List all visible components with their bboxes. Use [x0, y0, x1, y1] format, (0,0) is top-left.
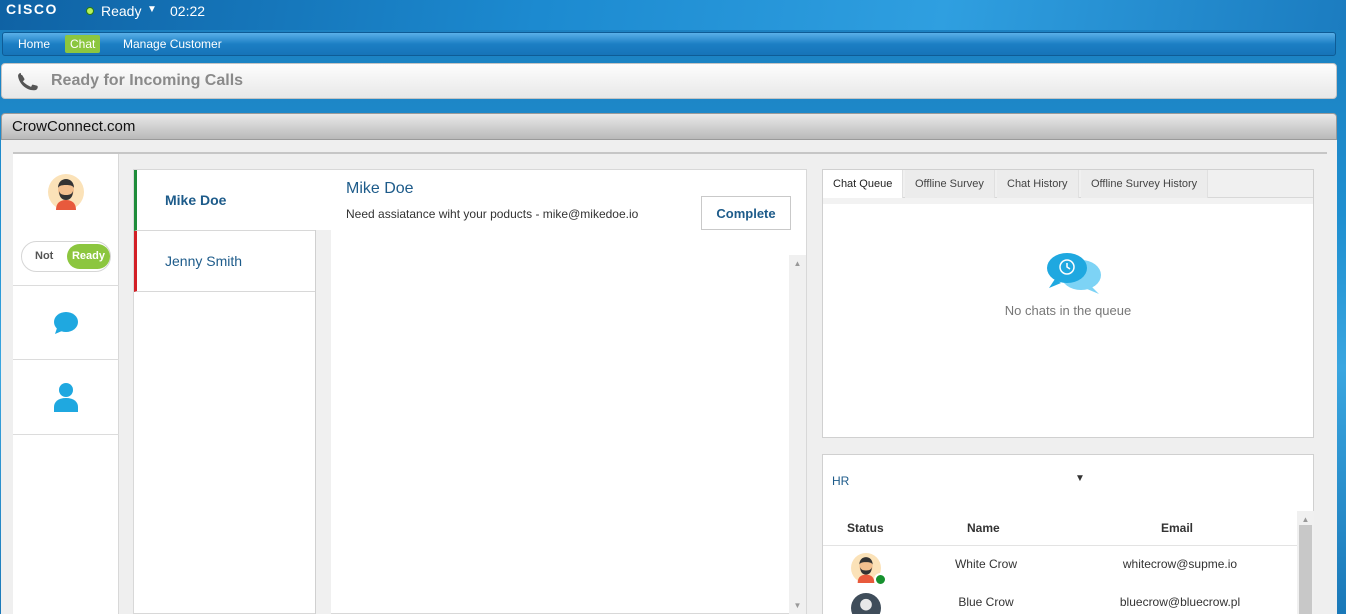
- divider: [13, 285, 119, 286]
- toggle-not-label[interactable]: Not: [35, 250, 53, 262]
- divider: [823, 198, 1313, 204]
- table-row[interactable]: White Crow whitecrow@supme.io: [823, 547, 1297, 591]
- side-rail: Not Ready: [13, 154, 119, 614]
- column-header-name: Name: [967, 521, 1000, 535]
- conversation-item-jenny-smith[interactable]: Jenny Smith: [134, 231, 315, 292]
- main-nav: Home Chat Manage Customer: [2, 32, 1336, 56]
- queue-empty-message: No chats in the queue: [1004, 303, 1132, 318]
- divider: [13, 359, 119, 360]
- contact-email: bluecrow@bluecrow.pl: [1119, 595, 1241, 609]
- chat-customer-name: Mike Doe: [346, 180, 414, 197]
- online-status-icon: [874, 573, 887, 586]
- conversation-list: Mike Doe Jenny Smith: [133, 169, 333, 614]
- avatar: [851, 593, 881, 614]
- tab-chat-queue[interactable]: Chat Queue: [823, 170, 904, 198]
- chat-area: Mike Doe Need assiatance wiht your poduc…: [331, 169, 807, 614]
- tab-offline-survey-history[interactable]: Offline Survey History: [1081, 170, 1209, 198]
- conversation-name: Jenny Smith: [165, 253, 243, 269]
- conversation-scrollbar[interactable]: [315, 230, 332, 614]
- agent-avatar-icon[interactable]: [48, 174, 84, 210]
- divider: [13, 434, 119, 435]
- toggle-ready-label[interactable]: Ready: [67, 244, 110, 269]
- state-timer: 02:22: [170, 3, 206, 19]
- nav-home[interactable]: Home: [13, 35, 55, 53]
- scroll-up-icon[interactable]: ▲: [789, 257, 806, 271]
- ready-status-icon: [86, 7, 94, 15]
- chat-queue-icon: [1047, 253, 1101, 294]
- status-banner: Ready for Incoming Calls: [1, 63, 1337, 99]
- divider: [823, 545, 1297, 546]
- group-select[interactable]: HR: [832, 474, 849, 488]
- chat-bubble-icon[interactable]: [53, 310, 79, 336]
- chevron-down-icon[interactable]: ▼: [1075, 473, 1085, 484]
- nav-manage-customer[interactable]: Manage Customer: [118, 35, 227, 53]
- complete-button[interactable]: Complete: [701, 196, 791, 230]
- contact-name: Blue Crow: [958, 595, 1014, 609]
- panel-title: CrowConnect.com: [12, 118, 136, 135]
- queue-panel: Chat Queue Offline Survey Chat History O…: [822, 169, 1314, 438]
- column-header-email: Email: [1161, 521, 1194, 535]
- chevron-down-icon[interactable]: ▼: [147, 4, 157, 15]
- conversation-name: Mike Doe: [165, 192, 227, 208]
- contacts-panel: HR ▼ Status Name Email White Crow whitec…: [822, 454, 1314, 614]
- top-bar: CISCO Ready ▼ 02:22: [0, 0, 1346, 30]
- contacts-scrollbar[interactable]: ▲: [1297, 511, 1314, 614]
- banner-text: Ready for Incoming Calls: [51, 72, 244, 89]
- table-row[interactable]: Blue Crow bluecrow@bluecrow.pl: [823, 591, 1297, 614]
- cisco-logo: CISCO: [6, 1, 58, 17]
- tab-chat-history[interactable]: Chat History: [997, 170, 1079, 198]
- scroll-down-icon[interactable]: ▼: [789, 599, 806, 613]
- ready-toggle[interactable]: Not Ready: [21, 241, 111, 272]
- chat-topic: Need assiatance wiht your poducts - mike…: [346, 207, 639, 221]
- user-icon[interactable]: [53, 382, 79, 412]
- tab-offline-survey[interactable]: Offline Survey: [905, 170, 995, 198]
- panel-header: CrowConnect.com: [1, 113, 1337, 140]
- queue-tabs: Chat Queue Offline Survey Chat History O…: [823, 170, 1313, 198]
- contact-email: whitecrow@supme.io: [1122, 557, 1238, 571]
- panel-body: Not Ready Mike Doe Jenny Smith Mike Doe …: [1, 140, 1337, 614]
- chat-scrollbar[interactable]: ▲ ▼: [789, 255, 806, 614]
- phone-icon: [18, 72, 38, 91]
- contact-name: White Crow: [954, 557, 1017, 571]
- column-header-status: Status: [847, 521, 884, 535]
- divider: [13, 152, 1327, 154]
- nav-chat[interactable]: Chat: [65, 35, 101, 53]
- scrollbar-thumb[interactable]: [1299, 525, 1312, 614]
- conversation-item-mike-doe[interactable]: Mike Doe: [134, 170, 333, 231]
- agent-state-dropdown[interactable]: Ready: [101, 3, 141, 19]
